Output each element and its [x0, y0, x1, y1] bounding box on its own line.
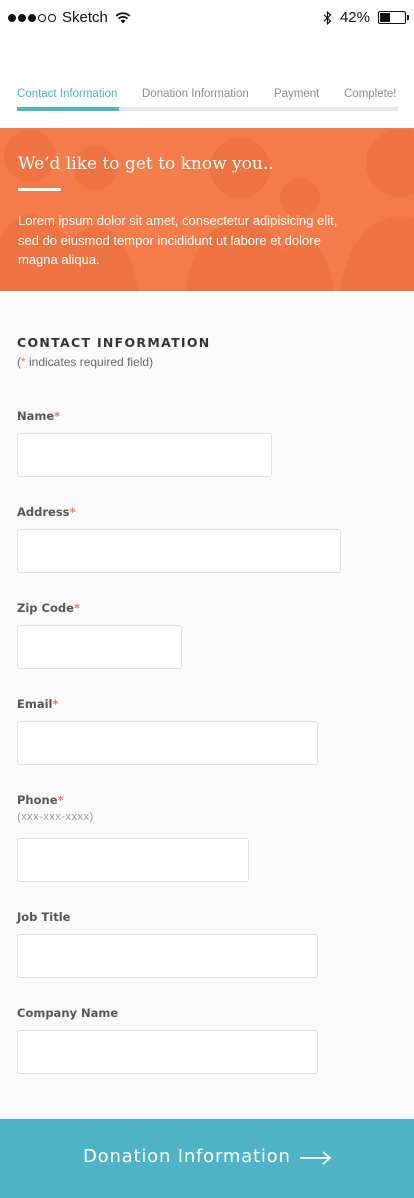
signal-dot: [28, 13, 36, 22]
required-field-note: (* indicates required field): [17, 355, 153, 369]
address-label-text: Address: [17, 505, 70, 519]
next-step-label: Donation Information: [83, 1146, 291, 1167]
hero-banner: We’d like to get to know you.. Lorem ips…: [0, 128, 414, 291]
required-asterisk: *: [73, 601, 80, 615]
email-label-text: Email: [17, 697, 53, 711]
company-name-field[interactable]: [17, 1030, 318, 1074]
status-left: Sketch: [8, 9, 131, 26]
battery-icon: [378, 11, 409, 24]
phone-label-text: Phone: [17, 793, 58, 807]
step-donation-information[interactable]: Donation Information: [142, 88, 249, 100]
email-label: Email*: [17, 697, 59, 711]
zip-code-field[interactable]: [17, 625, 182, 669]
step-contact-information[interactable]: Contact Information: [17, 88, 117, 100]
name-label: Name*: [17, 409, 60, 423]
battery-percent: 42%: [339, 9, 370, 26]
required-asterisk: *: [57, 793, 64, 807]
address-field[interactable]: [17, 529, 341, 573]
zip-code-label: Zip Code*: [17, 601, 80, 615]
wifi-icon: [115, 11, 131, 23]
section-title: CONTACT INFORMATION: [17, 335, 211, 350]
step-complete[interactable]: Complete!: [344, 88, 396, 100]
progress-stepper: Contact Information Donation Information…: [17, 88, 398, 112]
carrier-name: Sketch: [62, 9, 108, 26]
signal-dot: [48, 13, 56, 22]
signal-dot: [8, 13, 16, 22]
signal-dot: [38, 13, 46, 22]
phone-label: Phone*: [17, 793, 64, 807]
required-asterisk: *: [69, 505, 76, 519]
hero-divider: [18, 188, 61, 191]
battery-level: [380, 13, 391, 22]
hero-description: Lorem ipsum dolor sit amet, consectetur …: [18, 213, 338, 267]
zip-code-label-text: Zip Code: [17, 601, 74, 615]
hero-title: We’d like to get to know you..: [18, 154, 274, 174]
phone-field[interactable]: [17, 838, 249, 882]
stepper-track: [17, 107, 398, 111]
phone-format-hint: (xxx-xxx-xxxx): [17, 811, 94, 823]
job-title-label: Job Title: [17, 910, 71, 924]
bluetooth-icon: [323, 10, 332, 25]
address-label: Address*: [17, 505, 76, 519]
contact-form: CONTACT INFORMATION (* indicates require…: [0, 291, 414, 1119]
stepper-progress: [17, 107, 119, 111]
required-asterisk: *: [52, 697, 59, 711]
arrow-right-icon: [300, 1151, 332, 1165]
next-step-button[interactable]: Donation Information: [0, 1119, 414, 1198]
signal-dot: [18, 13, 26, 22]
name-field[interactable]: [17, 433, 272, 477]
signal-strength-icon: [8, 13, 56, 22]
name-label-text: Name: [17, 409, 55, 423]
job-title-field[interactable]: [17, 934, 318, 978]
required-asterisk: *: [54, 409, 61, 423]
status-right: 42%: [323, 9, 409, 26]
email-field[interactable]: [17, 721, 318, 765]
company-name-label: Company Name: [17, 1006, 119, 1020]
required-note-text: indicates required field): [25, 355, 154, 369]
status-bar: Sketch 42%: [0, 0, 414, 34]
step-payment[interactable]: Payment: [274, 88, 319, 100]
